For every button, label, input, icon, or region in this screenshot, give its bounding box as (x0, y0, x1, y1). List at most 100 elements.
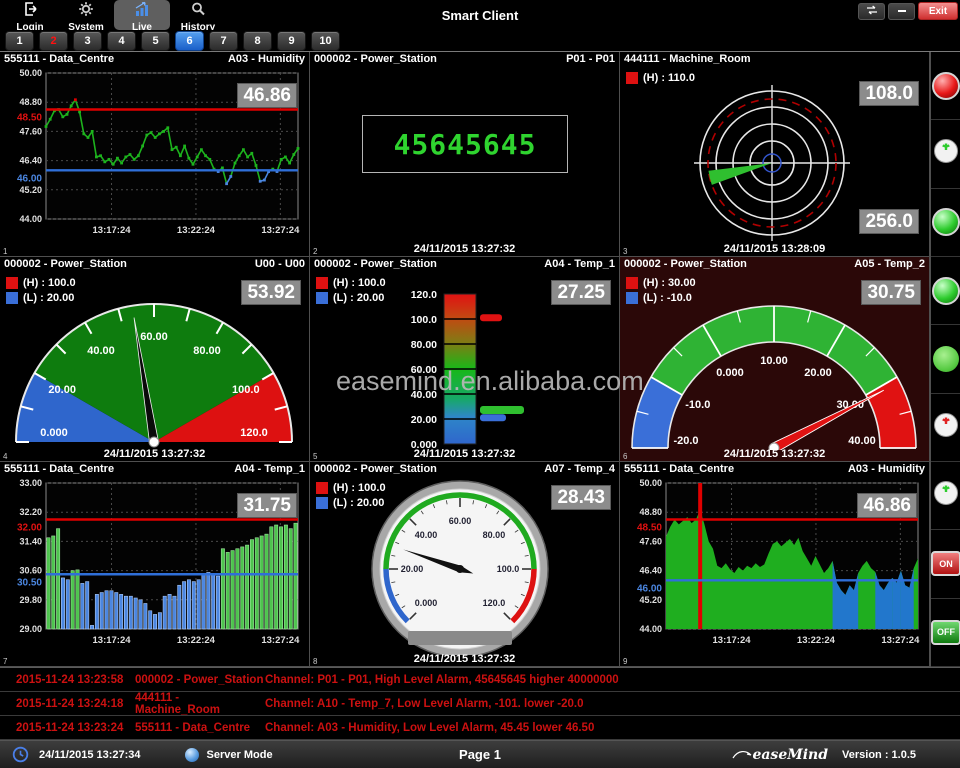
panel-6[interactable]: 000002 - Power_StationA05 - Temp_2(H) : … (620, 257, 930, 462)
legend-row: (H) : 100.0 (316, 277, 386, 289)
panel-4[interactable]: 000002 - Power_StationU00 - U00 (H) : 100… (0, 257, 310, 462)
green-lamp-button[interactable] (932, 208, 960, 236)
panel-2[interactable]: 000002 - Power_StationP01 - P01456456452… (310, 52, 620, 257)
off-button[interactable]: OFF (931, 620, 960, 645)
svg-text:40.00: 40.00 (848, 435, 876, 447)
tab-9[interactable]: 9 (277, 31, 306, 51)
svg-text:32.20: 32.20 (19, 507, 42, 517)
svg-text:46.00: 46.00 (637, 583, 662, 594)
panel-7[interactable]: 555111 - Data_CentreA04 - Temp_133.0032.… (0, 462, 310, 667)
side-cell-1 (931, 52, 960, 120)
tab-2[interactable]: 2 (39, 31, 68, 51)
alarm-message: Channel: A10 - Temp_7, Low Level Alarm, … (265, 698, 960, 710)
alarm-row[interactable]: 2015-11-24 13:23:58000002 - Power_Statio… (0, 668, 960, 692)
button-sidebar: ON OFF (930, 52, 960, 667)
legend-text: (H) : 100.0 (23, 277, 76, 289)
timestamp: 24/11/2015 13:27:32 (0, 448, 309, 460)
panel-header: 000002 - Power_StationU00 - U00 (0, 257, 309, 272)
alarm-list: 2015-11-24 13:23:58000002 - Power_Statio… (0, 667, 960, 740)
timestamp: 24/11/2015 13:27:32 (620, 448, 929, 460)
svg-text:50.00: 50.00 (19, 68, 42, 78)
panel-1[interactable]: 555111 - Data_CentreA03 - Humidity50.004… (0, 52, 310, 257)
minimize-icon (896, 2, 908, 20)
svg-text:100.0: 100.0 (497, 564, 520, 574)
legend: (H) : 30.00(L) : -10.0 (626, 277, 696, 307)
svg-text:13:22:24: 13:22:24 (177, 635, 216, 646)
panel-index: 5 (313, 452, 317, 461)
panel-8[interactable]: 000002 - Power_StationA07 - Temp_4(H) : … (310, 462, 620, 667)
minimize-button[interactable] (888, 3, 915, 20)
alarm-row[interactable]: 2015-11-24 13:23:24555111 - Data_CentreC… (0, 716, 960, 740)
tab-1[interactable]: 1 (5, 31, 34, 51)
svg-text:50.00: 50.00 (639, 478, 662, 488)
legend: (H) : 100.0 (L) : 20.00 (316, 277, 386, 307)
svg-text:60.00: 60.00 (411, 364, 437, 376)
panel-device-label: 000002 - Power_Station (4, 258, 127, 272)
side-cell-7 (931, 462, 960, 530)
panel-9[interactable]: 555111 - Data_CentreA03 - Humidity50.00 4… (620, 462, 930, 667)
legend-swatch (6, 292, 18, 304)
svg-text:100.0: 100.0 (232, 384, 260, 396)
tab-10[interactable]: 10 (311, 31, 340, 51)
tab-3[interactable]: 3 (73, 31, 102, 51)
brand-area: easeMind Version : 1.0.5 (732, 747, 916, 763)
panel-channel-label: A04 - Temp_1 (234, 463, 305, 477)
tab-4[interactable]: 4 (107, 31, 136, 51)
svg-text:13:27:24: 13:27:24 (261, 635, 300, 646)
value-top-badge: 108.0 (859, 81, 919, 106)
panel-3[interactable]: 444111 - Machine_Room(H) : 110.0108.0256… (620, 52, 930, 257)
restore-button[interactable] (858, 3, 885, 20)
power-green-button[interactable] (933, 480, 959, 511)
panel-5[interactable]: 000002 - Power_StationA04 - Temp_1(H) : … (310, 257, 620, 462)
restore-icon (865, 2, 879, 20)
svg-text:80.00: 80.00 (193, 345, 221, 357)
panel-header: 444111 - Machine_Room (620, 52, 929, 67)
svg-text:45.20: 45.20 (19, 185, 42, 195)
svg-text:80.00: 80.00 (411, 339, 437, 351)
legend-row: (L) : 20.00 (6, 292, 76, 304)
on-button[interactable]: ON (931, 551, 960, 576)
svg-text:-10.0: -10.0 (685, 399, 710, 411)
panel-device-label: 000002 - Power_Station (314, 463, 437, 477)
legend-swatch (626, 277, 638, 289)
value-badge: 46.86 (857, 493, 917, 518)
svg-text:29.80: 29.80 (19, 595, 42, 605)
panel-channel-label: A05 - Temp_2 (854, 258, 925, 272)
legend-text: (H) : 100.0 (333, 482, 386, 494)
tab-7[interactable]: 7 (209, 31, 238, 51)
svg-text:13:17:24: 13:17:24 (93, 635, 132, 646)
power-green-button[interactable] (933, 138, 959, 169)
panel-index: 9 (623, 657, 627, 666)
timestamp: 24/11/2015 13:28:09 (620, 243, 929, 255)
alarm-message: Channel: P01 - P01, High Level Alarm, 45… (265, 674, 960, 686)
green-lamp-button[interactable] (932, 277, 960, 305)
tab-5[interactable]: 5 (141, 31, 170, 51)
panel-body: (H) : 100.0(L) : 20.000.00020.0040.0060.… (310, 272, 619, 461)
tab-6[interactable]: 6 (175, 31, 204, 51)
legend-swatch (626, 72, 638, 84)
red-lamp-button[interactable] (932, 72, 960, 100)
panel-channel-label: A03 - Humidity (848, 463, 925, 477)
svg-text:13:27:24: 13:27:24 (881, 635, 920, 646)
svg-text:13:17:24: 13:17:24 (93, 225, 132, 236)
exit-button[interactable]: Exit (918, 2, 958, 20)
value-bottom-badge: 256.0 (859, 209, 919, 234)
panel-header: 555111 - Data_CentreA03 - Humidity (620, 462, 929, 477)
legend-row: (L) : 20.00 (316, 292, 386, 304)
panel-body: (H) : 100.0(L) : 20.000.00020.0040.0060.… (0, 272, 309, 461)
window-controls: Exit (858, 2, 958, 20)
tab-8[interactable]: 8 (243, 31, 272, 51)
power-icon (933, 412, 959, 438)
green-flat-lamp-button[interactable] (933, 346, 959, 372)
legend-swatch (6, 277, 18, 289)
alarm-row[interactable]: 2015-11-24 13:24:18444111 - Machine_Room… (0, 692, 960, 716)
status-bar: 24/11/2015 13:27:34 Server Mode Page 1 e… (0, 740, 960, 768)
timestamp: 24/11/2015 13:27:32 (310, 448, 619, 460)
power-red-button[interactable] (933, 412, 959, 443)
svg-text:0.000: 0.000 (716, 367, 744, 379)
version-label: Version : 1.0.5 (842, 749, 916, 761)
side-cell-5 (931, 325, 960, 393)
svg-text:47.60: 47.60 (639, 536, 662, 546)
svg-text:48.80: 48.80 (639, 507, 662, 517)
legend-swatch (626, 292, 638, 304)
